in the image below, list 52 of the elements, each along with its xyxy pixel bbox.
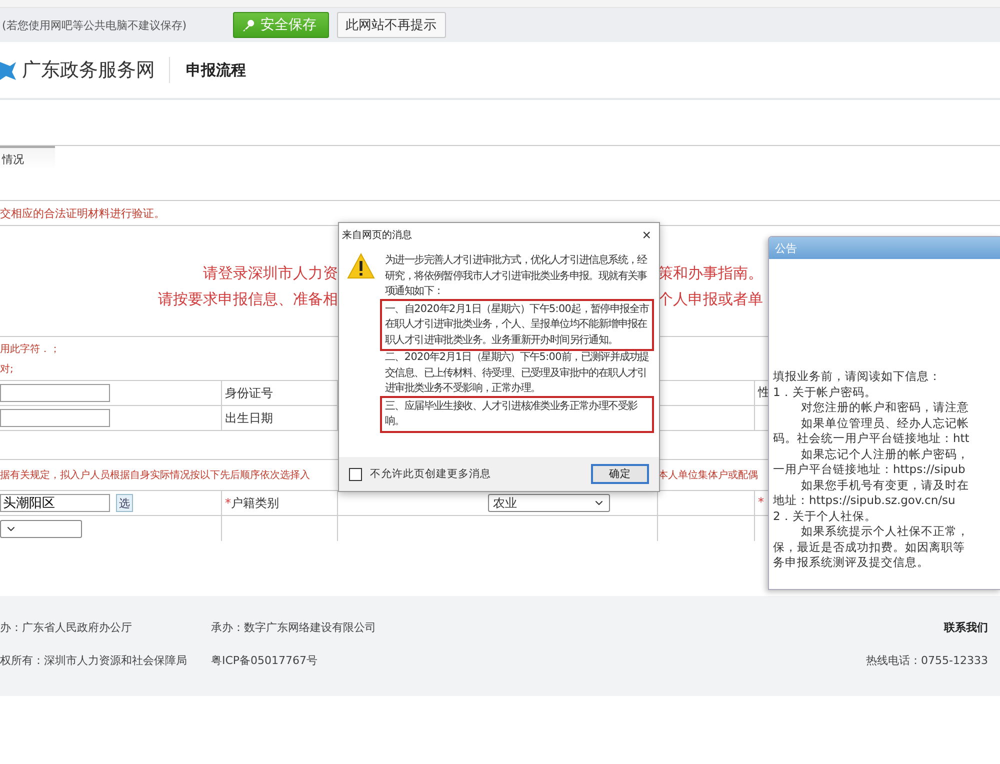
notice-text: 交相应的合法证明材料进行验证。: [0, 206, 165, 220]
site-name: 广东政务服务网: [22, 57, 170, 83]
announcement-line: 一用户平台链接地址：https://sipub: [773, 462, 966, 478]
panel-title: 公告: [769, 237, 1000, 259]
banner-text: 请登录深圳市人力资: [203, 264, 338, 282]
announcement-line: 对您注册的帐户和密码，请注意: [800, 400, 970, 416]
key-icon: [242, 18, 255, 32]
required-mark: *: [757, 495, 764, 509]
ok-button[interactable]: 确定: [591, 464, 649, 484]
highlighted-paragraph: 一、自2020年2月1日（星期六）下午5:00起，暂停申报全市在职人才引进审批类业务，个人、呈报单位均不能新增申报在职人才引进审批类业务。业务重新开办时间另行通知。: [383, 302, 651, 348]
banner-text: 请按要求申报信息、准备相: [158, 290, 338, 308]
message-paragraph: 二、2020年2月1日（星期六）下午5:00前，已测评并成功提交信息、已上传材料、待受理、已受理及审批中的在职人才引进审批类业务不受影响，正常办理。: [384, 350, 650, 396]
announcement-line: 地址：https://sipub.sz.gov.cn/su: [773, 493, 956, 508]
checkbox-label: 不允许此页创建更多消息: [370, 467, 491, 481]
announcement-line: 保，最近是否成功扣费。如因离职等: [773, 540, 966, 555]
select-button[interactable]: 选: [116, 494, 133, 512]
checkbox[interactable]: [349, 468, 362, 480]
message-paragraph: 为进一步完善人才引进审批方式，优化人才引进信息系统，经研究，将依例暂停我市人才引进审批类业务申报。现就有关事项通知如下：: [384, 253, 648, 299]
announcement-line: 1．关于帐户密码。: [773, 384, 878, 400]
hotline-text: 热线电话：0755-12333: [866, 653, 988, 668]
announcement-line: 务申报系统测评及提交信息。: [773, 555, 930, 570]
text-field[interactable]: [0, 409, 110, 427]
highlighted-paragraph: 三、应届毕业生接收、人才引进核准类业务正常办理不受影响。: [383, 398, 651, 430]
field-label: 性: [756, 385, 770, 399]
footer-text: 办：广东省人民政府办公厅: [0, 620, 132, 635]
dropdown[interactable]: [0, 520, 82, 538]
dialog-title: 来自网页的消息: [342, 228, 412, 242]
text-field[interactable]: [0, 384, 110, 402]
announcement-line: 填报业务前，请阅读如下信息：: [773, 369, 942, 384]
footer-text: 承办：数字广东网络建设有限公司: [211, 620, 376, 635]
footer-text: 粤ICP备05017767号: [211, 653, 318, 668]
page-title: 申报流程: [186, 60, 246, 80]
contact-link[interactable]: 联系我们: [944, 620, 988, 635]
footer-text: 权所有：深圳市人力资源和社会保障局: [0, 653, 187, 668]
hint-text: 对;: [0, 362, 14, 376]
field-label: 出生日期: [224, 410, 273, 426]
save-notice: (若您使用网吧等公共电脑不建议保存): [2, 18, 187, 32]
hint-text: 据有关规定，拟入户人员根据自身实际情况按以下先后顺序依次选择入: [0, 468, 310, 482]
announcement-line: 2．关于个人社保。: [773, 508, 878, 524]
announcement-line: 如果单位管理员、经办人忘记帐: [800, 416, 970, 431]
field-label: 身份证号: [224, 384, 273, 402]
announcement-line: 码。社会统一用户平台链接地址：htt: [773, 431, 970, 446]
dropdown[interactable]: 农业: [488, 494, 610, 512]
field-label: *户籍类别: [224, 494, 279, 512]
announcement-line: 如果忘记个人注册的帐户密码，: [800, 446, 970, 462]
announcement-line: 如果系统提示个人社保不正常，: [800, 524, 970, 540]
announcement-line: 如果您手机号有变更，请及时在: [800, 478, 970, 493]
dismiss-button[interactable]: 此网站不再提示: [336, 12, 446, 38]
hint-text: 用此字符．；: [0, 342, 60, 356]
close-button[interactable]: ×: [642, 226, 651, 244]
text-field[interactable]: 头潮阳区: [0, 494, 110, 512]
warning-icon: [347, 253, 375, 279]
